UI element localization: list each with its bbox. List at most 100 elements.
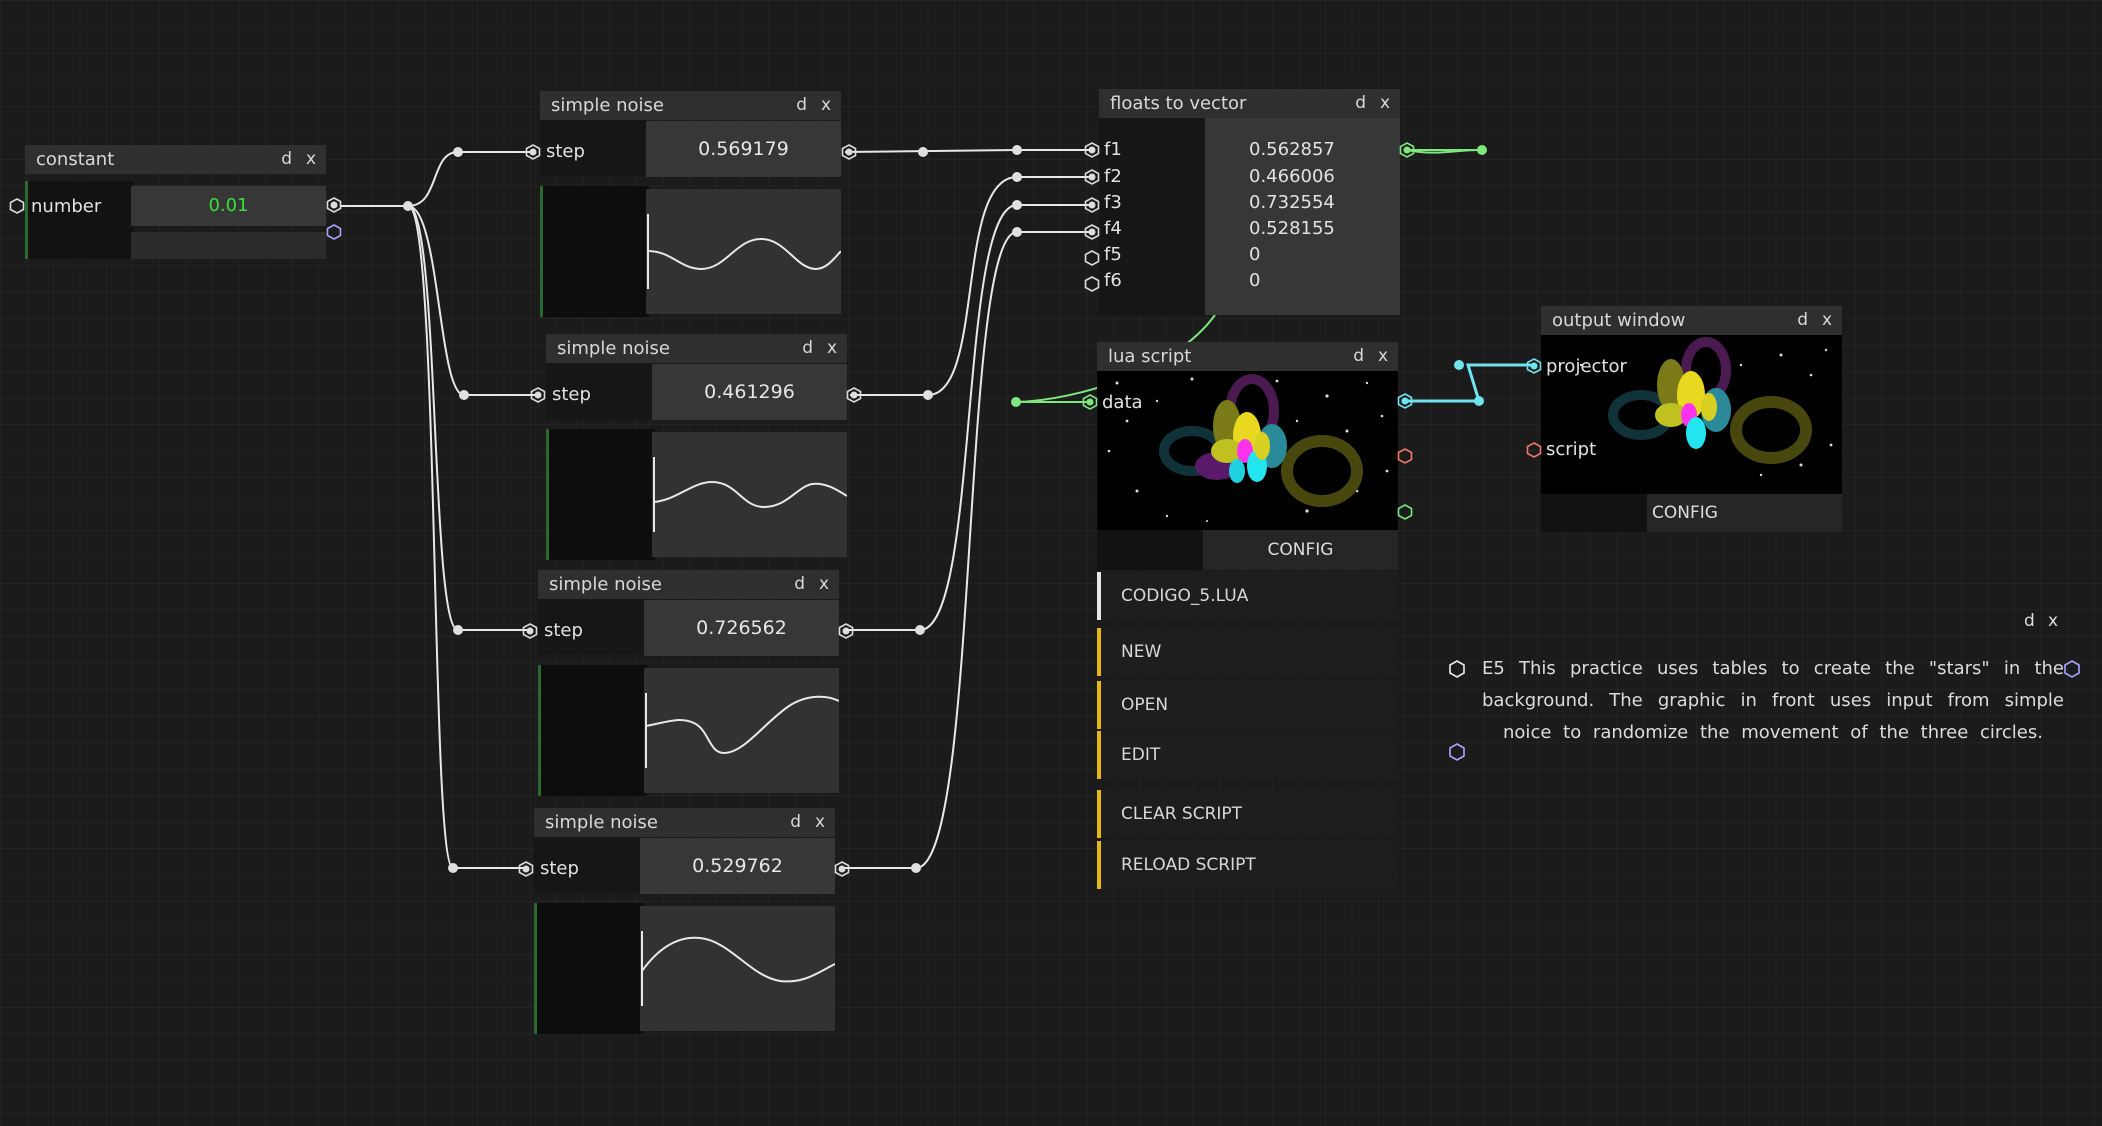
output-port-icon[interactable] (326, 224, 342, 240)
node-title: floats to vector (1110, 93, 1247, 114)
duplicate-button[interactable]: d (802, 338, 813, 358)
close-button[interactable]: x (1378, 346, 1388, 366)
input-port-icon[interactable] (1526, 358, 1542, 374)
input-port-icon[interactable] (1082, 394, 1098, 410)
node-header[interactable]: lua script d x (1097, 342, 1398, 371)
output-port-icon[interactable] (326, 197, 342, 213)
edit-button[interactable]: EDIT (1097, 731, 1398, 779)
duplicate-button[interactable]: d (794, 574, 805, 594)
f3-value: 0.732554 (1249, 192, 1335, 213)
constant-node[interactable]: constant d x number 0.01 (25, 145, 326, 260)
node-header[interactable]: output window d x (1541, 306, 1842, 335)
new-button[interactable]: NEW (1097, 628, 1398, 676)
lua-script-node[interactable]: lua script d x CONFIG CODIGO_5.LUA NEW O… (1097, 342, 1398, 890)
input-port-icon[interactable] (525, 144, 541, 160)
input-port-icon[interactable] (522, 623, 538, 639)
input-port-icon[interactable] (1084, 250, 1100, 266)
config-button[interactable]: CONFIG (1203, 530, 1398, 570)
duplicate-button[interactable]: d (1355, 93, 1366, 113)
duplicate-button[interactable]: d (796, 95, 807, 115)
input-port-icon[interactable] (1084, 224, 1100, 240)
f4-label: f4 (1104, 218, 1122, 239)
close-button[interactable]: x (827, 338, 837, 358)
close-button[interactable]: x (819, 574, 829, 594)
step-value-field[interactable]: 0.569179 (646, 121, 841, 177)
noise-waveform (646, 189, 842, 314)
simple-noise-node[interactable]: simple noise d x step 0.461296 (546, 334, 848, 560)
node-header[interactable]: simple noise d x (538, 570, 839, 599)
output-port-icon[interactable] (841, 144, 857, 160)
output-port-icon[interactable] (2063, 660, 2081, 678)
step-label: step (546, 141, 585, 162)
input-port-icon[interactable] (518, 861, 534, 877)
close-button[interactable]: x (1822, 310, 1832, 330)
output-port-icon[interactable] (1397, 393, 1413, 409)
step-value-field[interactable]: 0.461296 (652, 364, 847, 420)
output-port-icon[interactable] (1399, 142, 1415, 158)
simple-noise-node[interactable]: simple noise d x step 0.726562 (538, 570, 840, 796)
input-port-icon[interactable] (1084, 197, 1100, 213)
output-port-icon[interactable] (1397, 504, 1413, 520)
output-port-icon[interactable] (834, 861, 850, 877)
script-file-field[interactable]: CODIGO_5.LUA (1097, 572, 1398, 620)
duplicate-button[interactable]: d (2024, 611, 2035, 631)
node-canvas[interactable]: constant d x number 0.01 simple noise d … (0, 0, 2102, 1126)
input-port-icon[interactable] (1084, 276, 1100, 292)
output-port-icon[interactable] (838, 623, 854, 639)
duplicate-button[interactable]: d (790, 812, 801, 832)
input-port-icon[interactable] (1084, 142, 1100, 158)
node-header[interactable]: constant d x (25, 145, 326, 174)
node-header[interactable]: simple noise d x (534, 808, 835, 837)
f6-label: f6 (1104, 270, 1122, 291)
close-button[interactable]: x (815, 812, 825, 832)
simple-noise-node[interactable]: simple noise d x step 0.569179 (540, 91, 842, 317)
projector-label: projector (1546, 356, 1627, 377)
duplicate-button[interactable]: d (1353, 346, 1364, 366)
noise-waveform (652, 432, 848, 557)
clear-script-button[interactable]: CLEAR SCRIPT (1097, 790, 1398, 838)
config-button[interactable]: CONFIG (1647, 494, 1842, 532)
input-port-icon[interactable] (1526, 442, 1542, 458)
open-button[interactable]: OPEN (1097, 681, 1398, 729)
node-header[interactable]: simple noise d x (540, 91, 841, 120)
step-label: step (552, 384, 591, 405)
floats-to-vector-node[interactable]: floats to vector d x f1 0.562857 f2 0.46… (1099, 89, 1400, 315)
input-port-icon[interactable] (1448, 660, 1466, 678)
step-value-field[interactable]: 0.529762 (640, 838, 835, 894)
comment-text: E5 This practice uses tables to create t… (1482, 658, 2064, 743)
node-title: lua script (1108, 346, 1192, 367)
f2-value: 0.466006 (1249, 166, 1335, 187)
output-port-icon[interactable] (1397, 448, 1413, 464)
duplicate-button[interactable]: d (281, 149, 292, 169)
f1-value: 0.562857 (1249, 139, 1335, 160)
empty-field (131, 232, 326, 259)
output-window-node[interactable]: output window d x projector script CONFI… (1541, 306, 1842, 532)
noise-waveform (644, 668, 840, 793)
close-button[interactable]: x (306, 149, 316, 169)
comment-node[interactable]: d x E5 This practice uses tables to crea… (1460, 605, 2064, 795)
f2-label: f2 (1104, 166, 1122, 187)
input-port-icon[interactable] (530, 387, 546, 403)
close-button[interactable]: x (821, 95, 831, 115)
step-value-field[interactable]: 0.726562 (644, 600, 839, 656)
node-header[interactable]: floats to vector d x (1099, 89, 1400, 118)
number-value-field[interactable]: 0.01 (131, 186, 326, 226)
simple-noise-node[interactable]: simple noise d x step 0.529762 (534, 808, 836, 1034)
node-header[interactable]: simple noise d x (546, 334, 847, 363)
input-port-icon[interactable] (1084, 169, 1100, 185)
step-label: step (540, 858, 579, 879)
input-port-icon[interactable] (1448, 743, 1466, 761)
output-port-icon[interactable] (846, 387, 862, 403)
close-button[interactable]: x (2048, 611, 2058, 631)
node-title: simple noise (549, 574, 663, 595)
f4-value: 0.528155 (1249, 218, 1335, 239)
plot-side (534, 903, 643, 1034)
reload-script-button[interactable]: RELOAD SCRIPT (1097, 841, 1398, 889)
step-label: step (544, 620, 583, 641)
input-port-icon[interactable] (9, 198, 25, 214)
config-side (1541, 494, 1647, 532)
f3-label: f3 (1104, 192, 1122, 213)
duplicate-button[interactable]: d (1797, 310, 1808, 330)
close-button[interactable]: x (1380, 93, 1390, 113)
node-title: output window (1552, 310, 1686, 331)
